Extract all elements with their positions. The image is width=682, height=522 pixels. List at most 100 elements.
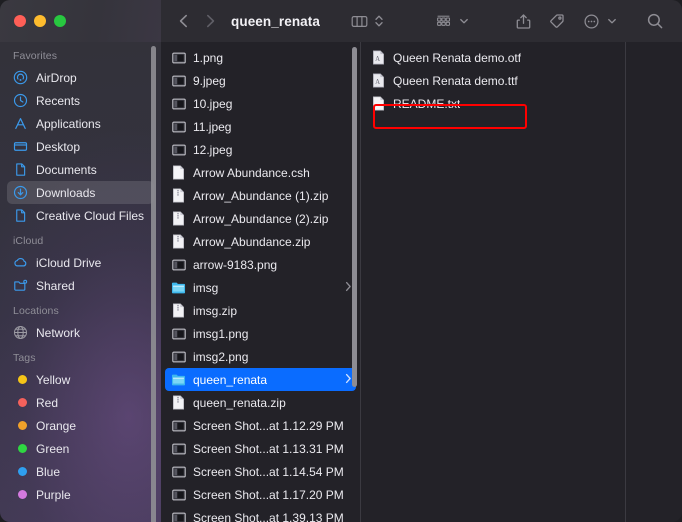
generic-file-icon <box>171 165 186 181</box>
file-row[interactable]: arrow-9183.png <box>165 253 356 276</box>
file-column-1: 1.png 9.jpeg 10.jpeg 11.jpeg12.jpeg Arrow Ab… <box>161 42 361 522</box>
image-file-icon <box>171 50 186 66</box>
zip-file-icon <box>171 234 186 250</box>
zip-file-icon <box>171 395 186 411</box>
tag-icon[interactable] <box>544 8 570 34</box>
file-name: 1.png <box>193 51 223 65</box>
sidebar-item-documents[interactable]: Documents <box>7 158 154 181</box>
file-row[interactable]: 12.jpeg <box>165 138 356 161</box>
sidebar-item-shared[interactable]: Shared <box>7 274 154 297</box>
minimize-button[interactable] <box>34 15 46 27</box>
file-name: Arrow_Abundance (2).zip <box>193 212 328 226</box>
file-row[interactable]: imsg2.png <box>165 345 356 368</box>
file-name: queen_renata.zip <box>193 396 286 410</box>
sidebar-item-desktop[interactable]: Desktop <box>7 135 154 158</box>
chevron-down-icon[interactable] <box>605 8 618 34</box>
maximize-button[interactable] <box>54 15 66 27</box>
file-row[interactable]: imsg1.png <box>165 322 356 345</box>
file-row[interactable]: Arrow_Abundance (2).zip <box>165 207 356 230</box>
close-button[interactable] <box>14 15 26 27</box>
sidebar-item-label: Recents <box>36 94 80 108</box>
column-view-icon[interactable] <box>346 8 372 34</box>
file-name: Screen Shot...at 1.17.20 PM <box>193 488 344 502</box>
window-controls <box>0 0 161 42</box>
zip-file-icon <box>171 211 186 227</box>
sidebar-item-label: Blue <box>36 465 60 479</box>
toolbar: queen_renata <box>161 0 682 42</box>
share-icon[interactable] <box>510 8 536 34</box>
sidebar-item-purple[interactable]: Purple <box>7 483 154 506</box>
file-row[interactable]: A Queen Renata demo.otf <box>365 46 621 69</box>
more-options-icon[interactable] <box>578 8 604 34</box>
file-row[interactable]: queen_renata.zip <box>165 391 356 414</box>
file-column-2: A Queen Renata demo.otf AQueen Renata demo… <box>361 42 626 522</box>
sidebar-item-green[interactable]: Green <box>7 437 154 460</box>
sidebar-scrollbar[interactable] <box>151 46 156 522</box>
file-row[interactable]: 10.jpeg <box>165 92 356 115</box>
folder-icon <box>171 280 186 296</box>
sidebar-item-red[interactable]: Red <box>7 391 154 414</box>
group-by-icon[interactable] <box>430 8 456 34</box>
tag-dot-icon <box>13 441 28 456</box>
sidebar-item-airdrop[interactable]: AirDrop <box>7 66 154 89</box>
applications-icon <box>13 116 28 131</box>
sidebar-item-applications[interactable]: Applications <box>7 112 154 135</box>
file-name: 10.jpeg <box>193 97 232 111</box>
file-row[interactable]: 9.jpeg <box>165 69 356 92</box>
file-row[interactable]: queen_renata <box>165 368 356 391</box>
file-row[interactable]: Screen Shot...at 1.14.54 PM <box>165 460 356 483</box>
sidebar-section-header: Locations <box>0 297 161 321</box>
image-file-icon <box>171 487 186 503</box>
image-file-icon <box>171 96 186 112</box>
file-row[interactable]: README.txt <box>365 92 621 115</box>
sidebar-item-icloud-drive[interactable]: iCloud Drive <box>7 251 154 274</box>
file-name: Queen Renata demo.otf <box>393 51 521 65</box>
file-name: queen_renata <box>193 373 267 387</box>
sidebar-item-yellow[interactable]: Yellow <box>7 368 154 391</box>
file-name: imsg <box>193 281 218 295</box>
tag-dot-icon <box>13 372 28 387</box>
tag-dot-icon <box>18 398 27 407</box>
view-switcher[interactable] <box>346 8 386 34</box>
sidebar-item-blue[interactable]: Blue <box>7 460 154 483</box>
image-file-icon <box>171 326 186 342</box>
tag-dot-icon <box>13 464 28 479</box>
tag-dot-icon <box>13 395 28 410</box>
document-icon <box>13 208 28 223</box>
file-row[interactable]: imsg <box>165 276 356 299</box>
font-file-icon: A <box>371 50 386 66</box>
chevron-right-icon <box>345 281 352 295</box>
sidebar-item-orange[interactable]: Orange <box>7 414 154 437</box>
file-row[interactable]: Arrow Abundance.csh <box>165 161 356 184</box>
file-name: imsg1.png <box>193 327 248 341</box>
file-row[interactable]: Screen Shot...at 1.12.29 PM <box>165 414 356 437</box>
file-row[interactable]: Screen Shot...at 1.39.13 PM <box>165 506 356 522</box>
forward-icon[interactable] <box>197 8 223 34</box>
file-name: Screen Shot...at 1.12.29 PM <box>193 419 344 433</box>
file-row[interactable]: 1.png <box>165 46 356 69</box>
tag-dot-icon <box>18 444 27 453</box>
sidebar-item-creative-cloud-files[interactable]: Creative Cloud Files <box>7 204 154 227</box>
sidebar-item-label: Green <box>36 442 69 456</box>
file-row[interactable]: Screen Shot...at 1.17.20 PM <box>165 483 356 506</box>
file-row[interactable]: AQueen Renata demo.ttf <box>365 69 621 92</box>
sidebar-item-downloads[interactable]: Downloads <box>7 181 154 204</box>
file-row[interactable]: 11.jpeg <box>165 115 356 138</box>
chevron-down-icon[interactable] <box>457 8 470 34</box>
column1-scrollbar[interactable] <box>352 47 357 387</box>
sidebar-item-network[interactable]: Network <box>7 321 154 344</box>
file-name: Arrow Abundance.csh <box>193 166 310 180</box>
group-by-button[interactable] <box>430 8 470 34</box>
back-icon[interactable] <box>171 8 197 34</box>
file-row[interactable]: Arrow_Abundance.zip <box>165 230 356 253</box>
search-icon[interactable] <box>642 8 668 34</box>
file-row[interactable]: imsg.zip <box>165 299 356 322</box>
sidebar-item-label: Creative Cloud Files <box>36 209 144 223</box>
window-toolbar: queen_renata <box>0 0 682 42</box>
sort-chevrons-icon[interactable] <box>372 8 386 34</box>
file-row[interactable]: Screen Shot...at 1.13.31 PM <box>165 437 356 460</box>
file-row[interactable]: Arrow_Abundance (1).zip <box>165 184 356 207</box>
more-options-button[interactable] <box>578 8 618 34</box>
tag-dot-icon <box>13 418 28 433</box>
sidebar-item-recents[interactable]: Recents <box>7 89 154 112</box>
